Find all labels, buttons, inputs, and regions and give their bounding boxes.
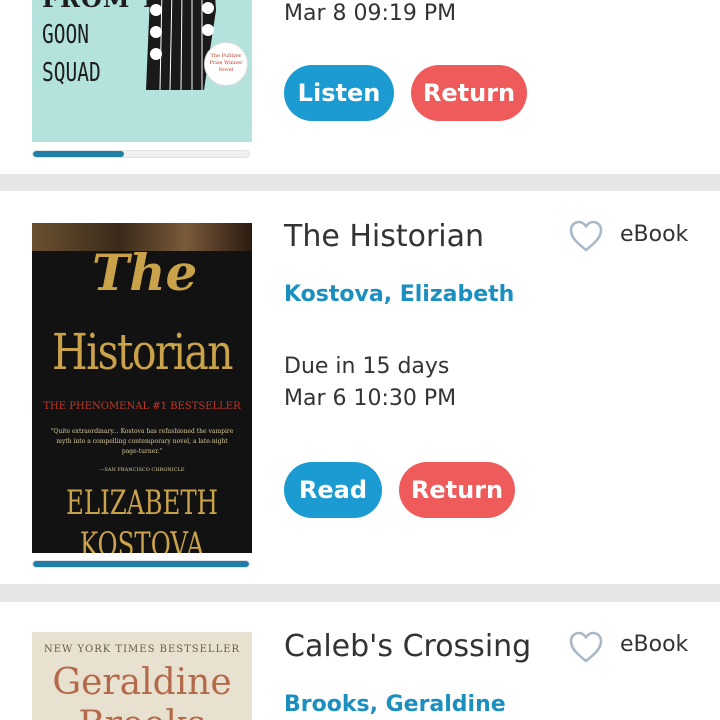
book-author[interactable]: Kostova, Elizabeth xyxy=(284,282,514,307)
due-date: Mar 8 09:19 PM xyxy=(284,1,457,26)
cover-title-line: SQUAD xyxy=(42,58,101,88)
heart-outline-icon[interactable] xyxy=(568,219,604,253)
read-button[interactable]: Read xyxy=(284,462,382,518)
reading-progress-bar xyxy=(32,150,250,158)
reading-progress-bar xyxy=(32,560,250,568)
format-label: eBook xyxy=(620,222,689,247)
cover-author-last: KOSTOVA xyxy=(79,525,205,553)
cover-quote-source: —SAN FRANCISCO CHRONICLE xyxy=(99,467,185,473)
cover-title-line: GOON xyxy=(42,20,89,50)
cover-author-first: Geraldine xyxy=(52,662,232,703)
due-date: Mar 6 10:30 PM xyxy=(284,386,457,411)
return-button[interactable]: Return xyxy=(411,65,527,121)
book-author[interactable]: Brooks, Geraldine xyxy=(284,692,506,717)
cover-tagline: THE PHENOMENAL #1 BESTSELLER xyxy=(43,401,241,412)
book-cover[interactable]: NEW YORK TIMES BESTSELLER Geraldine Broo… xyxy=(32,632,252,720)
heart-outline-icon[interactable] xyxy=(568,630,604,664)
due-in: Due in 15 days xyxy=(284,354,450,379)
return-button[interactable]: Return xyxy=(399,462,515,518)
book-title[interactable]: The Historian xyxy=(284,219,484,254)
cover-title-main: Historian xyxy=(52,323,234,381)
award-badge-text: The Pulitzer Prize Winner Novel xyxy=(209,53,243,73)
cover-quote: "Quite extraordinary... Kostova has refa… xyxy=(50,428,234,455)
listen-button[interactable]: Listen xyxy=(284,65,394,121)
award-badge: The Pulitzer Prize Winner Novel xyxy=(204,42,248,86)
loan-card: The Historian THE PHENOMENAL #1 BESTSELL… xyxy=(0,191,720,584)
loan-card: NEW YORK TIMES BESTSELLER Geraldine Broo… xyxy=(0,602,720,720)
book-title[interactable]: Caleb's Crossing xyxy=(284,629,531,664)
loan-card: FROM THE GOON SQUAD The Pulitzer Prize W… xyxy=(0,0,720,174)
cover-author-first: ELIZABETH xyxy=(65,483,219,523)
cover-tagline: NEW YORK TIMES BESTSELLER xyxy=(43,644,241,655)
book-cover[interactable]: The Historian THE PHENOMENAL #1 BESTSELL… xyxy=(32,223,252,553)
book-cover[interactable]: FROM THE GOON SQUAD The Pulitzer Prize W… xyxy=(32,0,252,142)
cover-title-top: The xyxy=(92,243,198,302)
format-label: eBook xyxy=(620,632,689,657)
cover-author-last: Brooks xyxy=(32,704,252,720)
